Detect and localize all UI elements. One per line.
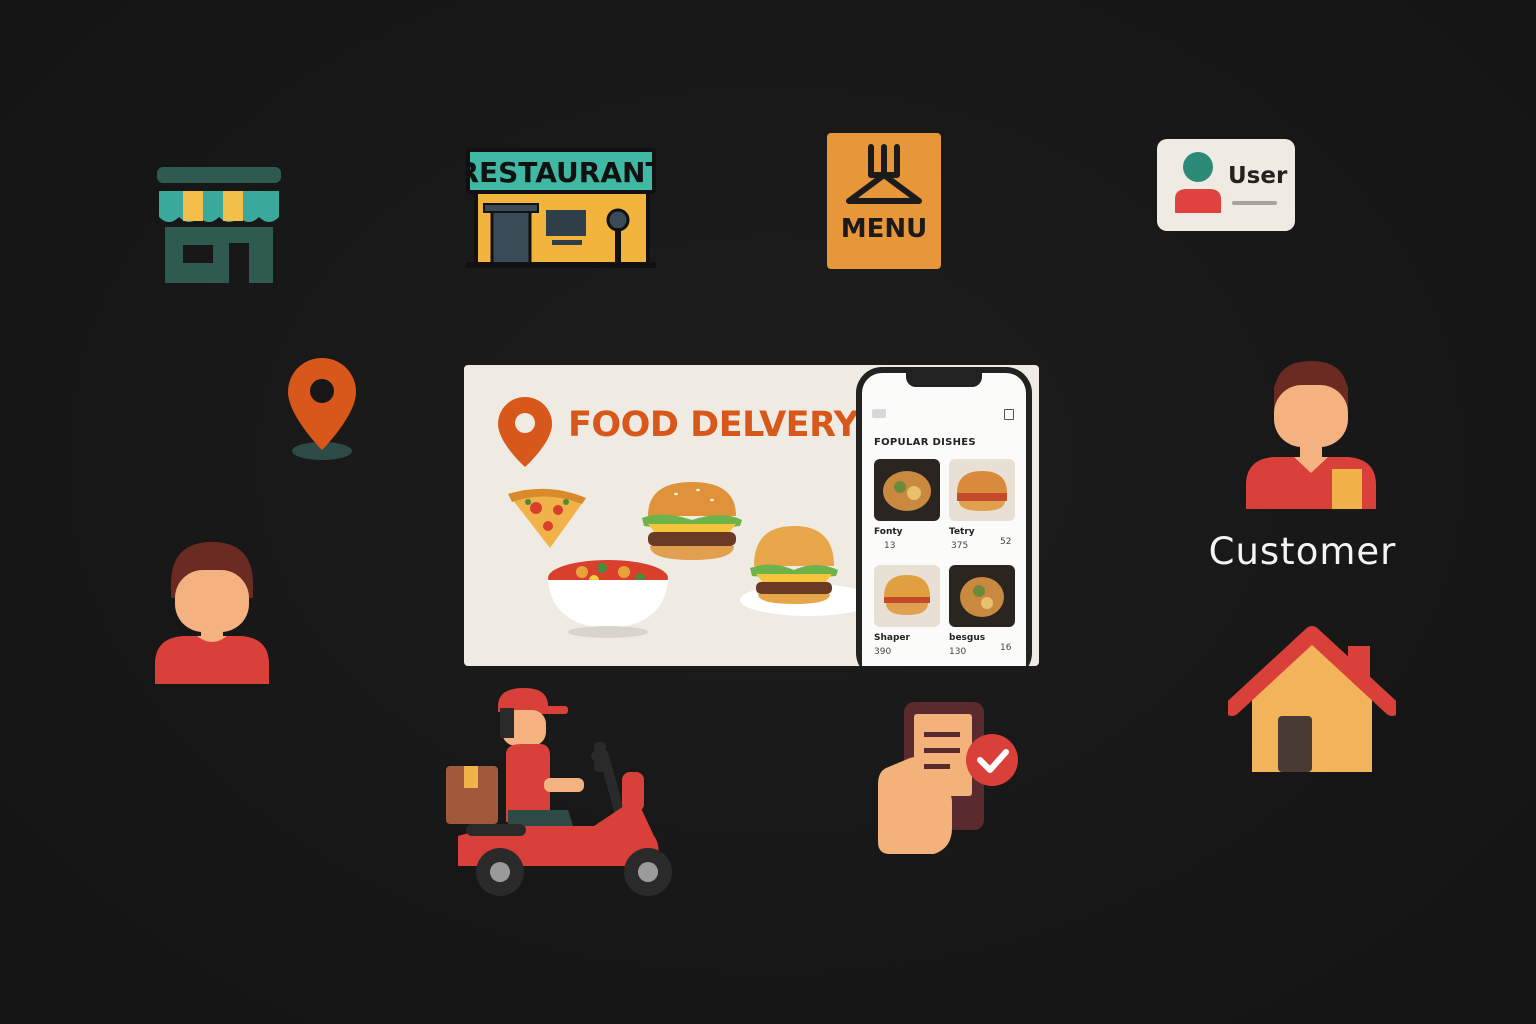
cart-icon[interactable] (1004, 409, 1014, 420)
dish-name: Tetry (949, 527, 975, 537)
salad-bowl-icon (548, 560, 668, 638)
phone-screen: FOPULAR DISHES Fonty 13 Tetry 375 52 Sha… (862, 373, 1026, 666)
user-card-label: User (1228, 163, 1288, 189)
dish-card[interactable] (949, 565, 1015, 627)
customer-label: Customer (1208, 530, 1397, 573)
delivery-scooter-icon (446, 688, 672, 896)
dish-price: 13 (884, 541, 896, 551)
banner-title: FOOD DELVERY (568, 405, 859, 445)
dish-name: Shaper (874, 633, 910, 643)
dish-name: besgus (949, 633, 986, 643)
user-card-icon: User (1157, 139, 1295, 231)
dish-card[interactable] (874, 459, 940, 521)
customer-icon (1246, 361, 1376, 509)
burger-icon (642, 482, 742, 560)
dish-extra: 16 (1000, 643, 1012, 653)
menu-icon: MENU (827, 133, 941, 269)
dish-card[interactable] (874, 565, 940, 627)
user-card-line (1232, 201, 1277, 205)
menu-label: MENU (841, 214, 928, 244)
pizza-slice-icon (508, 488, 586, 548)
dish-name: Fonty (874, 527, 903, 537)
store-icon (157, 167, 281, 283)
dish-price: 390 (874, 647, 892, 657)
dish-image (883, 471, 931, 511)
location-pin-icon (288, 358, 356, 460)
back-icon[interactable] (872, 409, 886, 418)
home-icon (1228, 626, 1396, 772)
restaurant-icon: RESTAURANT (466, 148, 656, 268)
food-delivery-banner: FOOD DELVERY FOPULAR DISHES Fonty 13 Tet… (464, 365, 1039, 666)
plated-burger-icon (740, 526, 862, 616)
dish-image (957, 471, 1007, 511)
food-illustration (508, 482, 862, 638)
dish-price: 130 (949, 647, 967, 657)
order-confirmed-phone-icon (878, 702, 1018, 854)
phone-notch (906, 373, 982, 387)
dish-card[interactable] (949, 459, 1015, 521)
dish-image (884, 575, 930, 615)
banner-pin-icon (498, 397, 552, 467)
dish-image (960, 577, 1004, 617)
user-avatar-icon (1175, 152, 1221, 213)
restaurant-sign-text: RESTAURANT (466, 156, 656, 189)
dish-price: 375 (951, 541, 969, 551)
phone-mockup: FOPULAR DISHES Fonty 13 Tetry 375 52 Sha… (856, 367, 1032, 666)
dish-extra: 52 (1000, 537, 1012, 547)
popular-dishes-title: FOPULAR DISHES (874, 437, 976, 448)
person-icon (155, 542, 269, 684)
